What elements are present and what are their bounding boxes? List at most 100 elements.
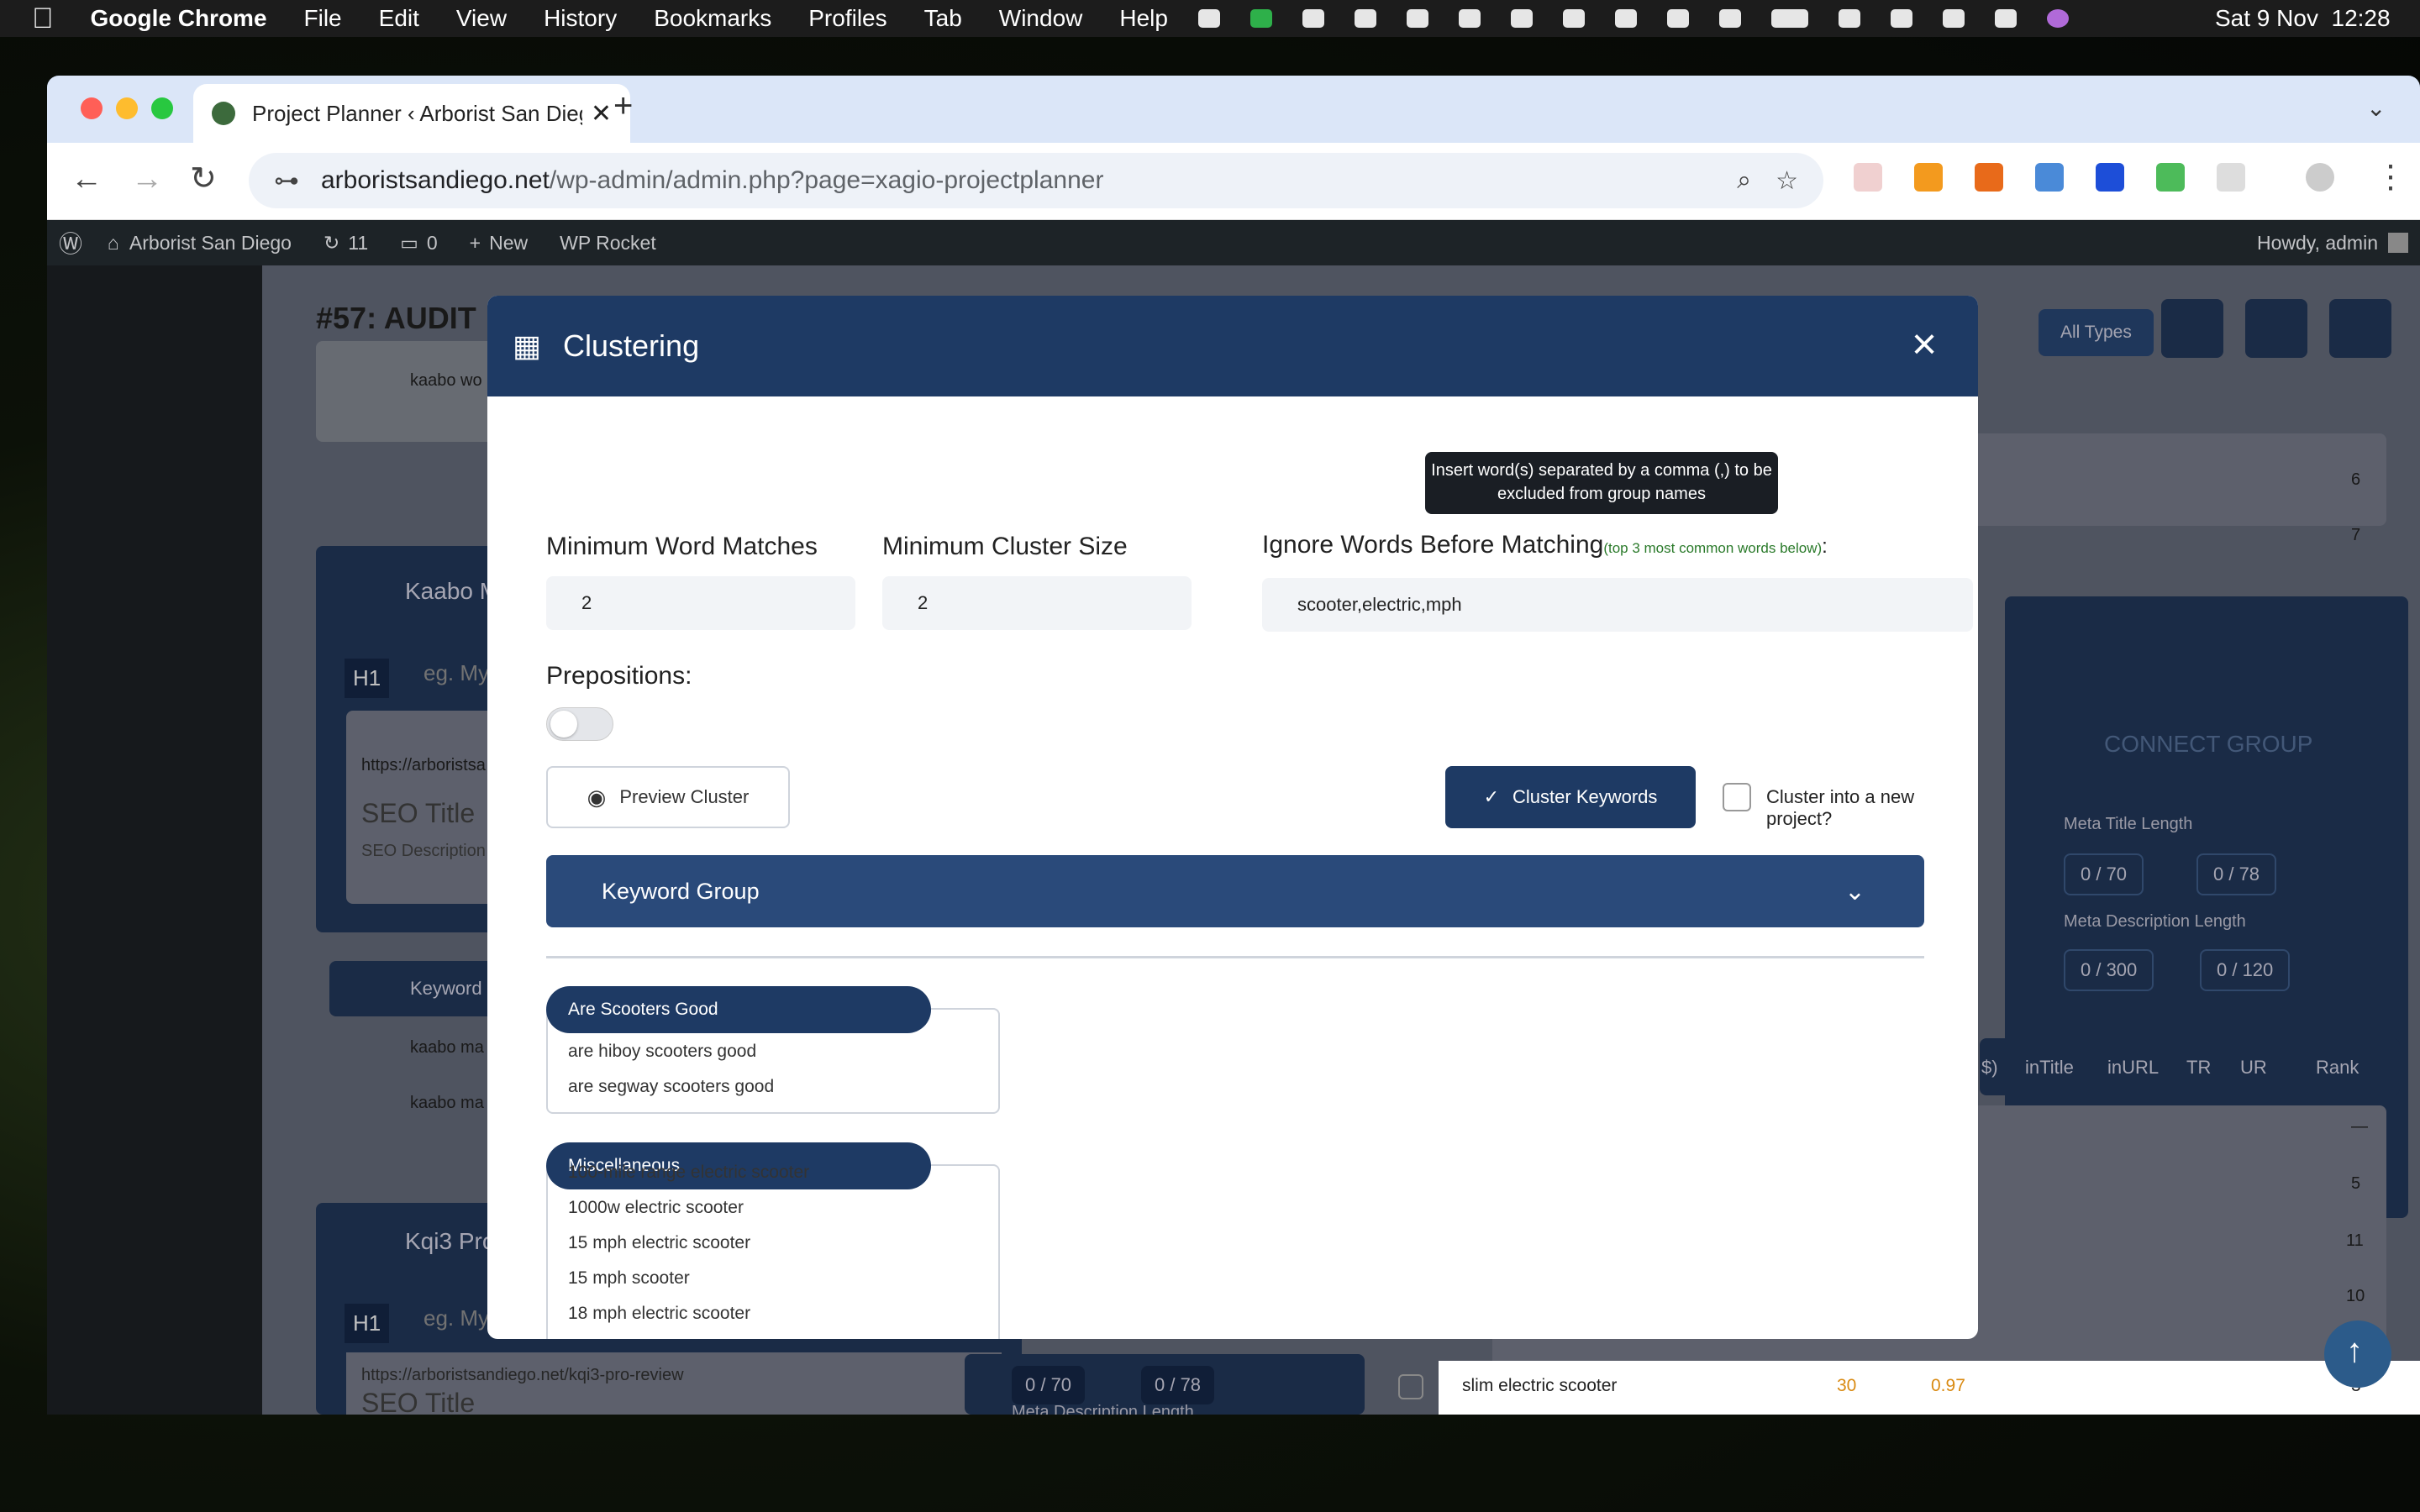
close-window-button[interactable] <box>81 97 103 119</box>
chrome-menu-icon[interactable]: ⋮ <box>2375 158 2407 196</box>
updates-icon: ↻ <box>323 231 340 254</box>
divider <box>546 956 1924 958</box>
volume-icon[interactable] <box>1615 9 1637 28</box>
forward-icon[interactable]: → <box>131 161 163 197</box>
extension-icon[interactable] <box>1854 163 1882 192</box>
address-bar[interactable]: ⊶ arboristsandiego.net/wp-admin/admin.ph… <box>249 153 1823 208</box>
menubar-clock[interactable]: Sat 9 Nov 12:28 <box>2215 5 2391 32</box>
minimize-window-button[interactable] <box>116 97 138 119</box>
tray-icon[interactable] <box>1511 9 1533 28</box>
bookmark-star-icon[interactable]: ☆ <box>1776 166 1798 196</box>
cluster-keyword: are hiboy scooters good <box>568 1042 757 1061</box>
url-host: arboristsandiego.net <box>321 166 550 194</box>
cluster-keyword: 15 mph electric scooter <box>568 1233 751 1252</box>
site-favicon <box>212 102 235 125</box>
avatar[interactable] <box>2388 233 2408 253</box>
cluster-group-name[interactable]: Are Scooters Good <box>546 986 931 1033</box>
close-icon[interactable]: × <box>1906 323 1943 366</box>
battery-icon[interactable] <box>1771 9 1808 28</box>
wp-new[interactable]: New <box>489 232 528 255</box>
tray-icon[interactable] <box>1250 9 1272 28</box>
close-tab-icon[interactable]: ✕ <box>591 99 612 129</box>
input-source-icon[interactable] <box>1719 9 1741 28</box>
grid-icon: ▦ <box>513 328 542 363</box>
extension-icon[interactable] <box>1914 163 1943 192</box>
ignore-words-input[interactable]: scooter,electric,mph <box>1262 578 1973 632</box>
tab-title: Project Planner ‹ Arborist San Diego <box>252 100 582 126</box>
extension-icon[interactable] <box>2096 163 2124 192</box>
active-tab[interactable]: Project Planner ‹ Arborist San Diego ✕ <box>193 84 630 143</box>
extension-icon[interactable] <box>2035 163 2064 192</box>
wordpress-logo-icon[interactable]: Ⓦ <box>59 226 82 260</box>
menu-edit[interactable]: Edit <box>379 5 419 32</box>
min-word-label: Minimum Word Matches <box>546 533 818 560</box>
back-icon[interactable]: ← <box>71 161 103 197</box>
new-project-checkbox[interactable] <box>1723 783 1751 811</box>
tray-icon[interactable] <box>1198 9 1220 28</box>
wp-updates-count[interactable]: 11 <box>348 232 368 255</box>
cluster-keyword: 1000w electric scooter <box>568 1198 744 1217</box>
search-icon[interactable] <box>1943 9 1965 28</box>
preview-cluster-button[interactable]: ◉ Preview Cluster <box>546 766 790 828</box>
ignore-words-tooltip: Insert word(s) separated by a comma (,) … <box>1425 452 1778 514</box>
comments-icon: ▭ <box>400 231 418 254</box>
cluster-keyword: 15 mph scooter <box>568 1268 690 1288</box>
scroll-to-top-button[interactable]: ↑ <box>2324 1320 2391 1388</box>
apple-icon[interactable]:  <box>32 3 54 35</box>
menu-view[interactable]: View <box>456 5 507 32</box>
min-word-input[interactable]: 2 <box>546 576 855 630</box>
min-cluster-input[interactable]: 2 <box>882 576 1192 630</box>
siri-icon[interactable] <box>2047 9 2069 28</box>
cluster-keyword: 18 mph electric scooter <box>568 1304 751 1323</box>
browser-window: Project Planner ‹ Arborist San Diego ✕ +… <box>47 76 2420 1415</box>
profile-avatar[interactable] <box>2306 163 2334 192</box>
checkbox[interactable] <box>1398 1374 1423 1399</box>
prepositions-toggle[interactable] <box>546 707 613 741</box>
menu-history[interactable]: History <box>544 5 617 32</box>
extensions-puzzle-icon[interactable] <box>2217 163 2245 192</box>
menu-profiles[interactable]: Profiles <box>808 5 886 32</box>
tab-search-icon[interactable]: ⌄ <box>2366 94 2386 122</box>
tray-icon[interactable] <box>1563 9 1585 28</box>
extension-icon[interactable] <box>2156 163 2185 192</box>
bg-volume: 30 <box>1837 1376 1857 1395</box>
dropbox-icon[interactable] <box>1459 9 1481 28</box>
menu-bookmarks[interactable]: Bookmarks <box>654 5 771 32</box>
tray-icon[interactable] <box>1302 9 1324 28</box>
status-tray <box>1198 0 2099 37</box>
menu-help[interactable]: Help <box>1119 5 1168 32</box>
url-path: /wp-admin/admin.php?page=xagio-projectpl… <box>549 166 1104 194</box>
cluster-keyword: 100-mile range electric scooter <box>568 1163 810 1182</box>
plus-icon: + <box>469 231 481 254</box>
new-tab-icon[interactable]: + <box>613 87 633 125</box>
bg-keyword-row: slim electric scooter <box>1462 1376 1618 1395</box>
tray-icon[interactable] <box>1407 9 1428 28</box>
ignore-words-colon: : <box>1822 535 1828 558</box>
eye-icon: ◉ <box>587 784 607 810</box>
ignore-words-label: Ignore Words Before Matching <box>1262 531 1604 559</box>
zoom-window-button[interactable] <box>151 97 173 119</box>
wp-rocket[interactable]: WP Rocket <box>560 232 656 255</box>
wp-howdy[interactable]: Howdy, admin <box>2257 232 2378 255</box>
arrow-up-icon: ↑ <box>2346 1332 2363 1369</box>
toggle-knob <box>550 711 577 738</box>
menu-file[interactable]: File <box>304 5 342 32</box>
site-info-icon[interactable]: ⊶ <box>274 166 299 196</box>
extension-icon[interactable] <box>1975 163 2003 192</box>
tray-icon[interactable] <box>1355 9 1376 28</box>
keyword-group-select[interactable]: Keyword Group ⌄ <box>546 855 1924 927</box>
tray-icon[interactable] <box>1839 9 1860 28</box>
zoom-icon[interactable]: ⌕ <box>1737 166 1751 195</box>
min-cluster-label: Minimum Cluster Size <box>882 533 1128 560</box>
control-center-icon[interactable] <box>1995 9 2017 28</box>
reload-icon[interactable]: ↻ <box>190 160 217 197</box>
wp-comments-count[interactable]: 0 <box>427 232 438 255</box>
cluster-keyword: are segway scooters good <box>568 1077 775 1096</box>
user-icon[interactable] <box>1891 9 1912 28</box>
menu-window[interactable]: Window <box>999 5 1083 32</box>
menubar-app-name[interactable]: Google Chrome <box>91 5 267 32</box>
cluster-keywords-button[interactable]: ✓ Cluster Keywords <box>1445 766 1696 828</box>
menu-tab[interactable]: Tab <box>924 5 962 32</box>
bluetooth-icon[interactable] <box>1667 9 1689 28</box>
wp-site-name[interactable]: Arborist San Diego <box>129 232 292 255</box>
